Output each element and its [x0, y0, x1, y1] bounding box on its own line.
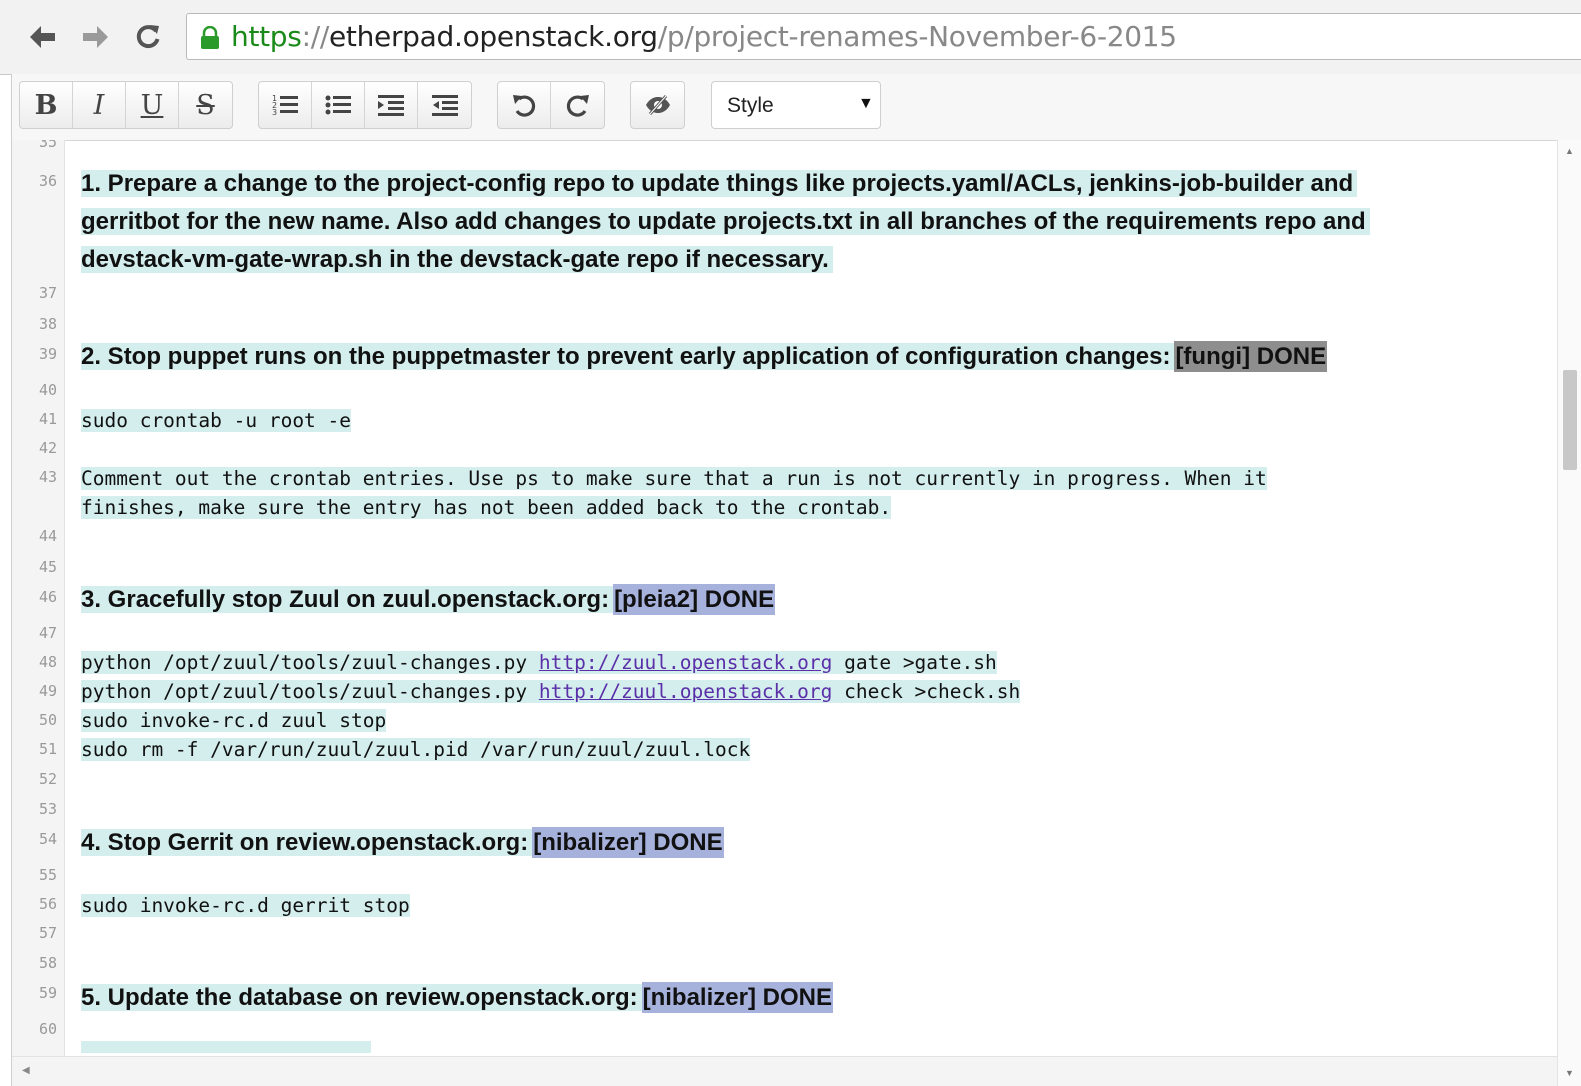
line-number: 50 — [38, 711, 57, 729]
line-number: 39 — [38, 345, 57, 363]
step-2-heading[interactable]: 2. Stop puppet runs on the puppetmaster … — [81, 338, 1328, 376]
step-1-text: gerritbot for the new name. Also add cha… — [81, 208, 1370, 235]
step-2-command[interactable]: sudo crontab -u root -e — [81, 406, 352, 435]
code-text: sudo invoke-rc.d gerrit stop — [81, 894, 410, 917]
line-number: 40 — [38, 381, 57, 399]
lock-icon — [199, 25, 221, 55]
zuul-link[interactable]: http://zuul.openstack.org — [539, 651, 833, 674]
line-number: 55 — [38, 866, 57, 884]
line-number: 53 — [38, 800, 57, 818]
line-number: 47 — [38, 624, 57, 642]
line-number: 41 — [38, 410, 57, 428]
step-3-text: 3. Gracefully stop Zuul on zuul.openstac… — [81, 586, 614, 613]
line-number: 48 — [38, 653, 57, 671]
url-path: /p/project-renames-November-6-2015 — [657, 20, 1177, 53]
step-4-command[interactable]: sudo invoke-rc.d gerrit stop — [81, 891, 410, 920]
line-number: 52 — [38, 770, 57, 788]
step-3-command-2[interactable]: python /opt/zuul/tools/zuul-changes.py h… — [81, 677, 1021, 706]
code-text: python /opt/zuul/tools/zuul-changes.py — [81, 680, 539, 703]
arrow-left-icon — [30, 26, 55, 48]
back-button[interactable] — [24, 18, 60, 56]
step-1-line-3[interactable]: devstack-vm-gate-wrap.sh in the devstack… — [81, 241, 833, 279]
line-number: 54 — [38, 830, 57, 848]
code-text: sudo crontab -u root -e — [81, 409, 352, 432]
reload-icon — [136, 25, 160, 49]
line-number: 58 — [38, 954, 57, 972]
step-1-text: devstack-vm-gate-wrap.sh in the devstack… — [81, 246, 833, 273]
reload-button[interactable] — [130, 18, 166, 56]
line-number: 51 — [38, 740, 57, 758]
step-3-command-4[interactable]: sudo rm -f /var/run/zuul/zuul.pid /var/r… — [81, 735, 751, 764]
partial-line-highlight — [81, 1041, 371, 1053]
status-tag-nibalizer: [nibalizer] DONE — [532, 827, 724, 858]
step-3-command-3[interactable]: sudo invoke-rc.d zuul stop — [81, 706, 387, 735]
line-number: 56 — [38, 895, 57, 913]
pad-content: 35 36 37 38 39 40 41 42 43 44 45 46 47 4… — [12, 74, 1557, 1086]
url-text: https://etherpad.openstack.org/p/project… — [231, 22, 1177, 52]
url-host: etherpad.openstack.org — [328, 20, 658, 53]
status-tag-nibalizer: [nibalizer] DONE — [641, 982, 833, 1013]
step-4-text: 4. Stop Gerrit on review.openstack.org: — [81, 829, 533, 856]
url-scheme: https — [231, 20, 302, 53]
etherpad-editor: B I U S 123 Style ▼ 35 36 37 38 39 40 41… — [11, 74, 1581, 1086]
horizontal-scrollbar[interactable]: ◀ — [12, 1056, 1557, 1086]
line-number: 60 — [38, 1020, 57, 1038]
code-text: sudo invoke-rc.d zuul stop — [81, 709, 387, 732]
scrollbar-thumb[interactable] — [1563, 370, 1577, 470]
step-1-text: 1. Prepare a change to the project-confi… — [81, 170, 1358, 197]
step-3-heading[interactable]: 3. Gracefully stop Zuul on zuul.openstac… — [81, 581, 776, 619]
arrow-right-icon — [83, 26, 108, 48]
scroll-down-icon[interactable]: ▼ — [1565, 1068, 1574, 1078]
code-text: Comment out the crontab entries. Use ps … — [81, 467, 1267, 490]
line-number: 38 — [38, 315, 57, 333]
line-number: 42 — [38, 439, 57, 457]
step-1-line-2[interactable]: gerritbot for the new name. Also add cha… — [81, 203, 1370, 241]
line-number: 35 — [38, 140, 57, 151]
line-number: 43 — [38, 468, 57, 486]
scroll-up-icon[interactable]: ▲ — [1565, 146, 1574, 156]
step-1-line-1[interactable]: 1. Prepare a change to the project-confi… — [81, 165, 1358, 203]
step-5-heading[interactable]: 5. Update the database on review.opensta… — [81, 979, 833, 1017]
code-text: sudo rm -f /var/run/zuul/zuul.pid /var/r… — [81, 738, 751, 761]
line-number: 49 — [38, 682, 57, 700]
line-number: 44 — [38, 527, 57, 545]
forward-button[interactable] — [78, 18, 114, 56]
url-separator: :// — [301, 20, 330, 53]
step-3-command-1[interactable]: python /opt/zuul/tools/zuul-changes.py h… — [81, 648, 997, 677]
code-text: finishes, make sure the entry has not be… — [81, 496, 892, 519]
browser-toolbar: https://etherpad.openstack.org/p/project… — [0, 0, 1581, 75]
code-text: python /opt/zuul/tools/zuul-changes.py — [81, 651, 539, 674]
code-text: gate >gate.sh — [832, 651, 997, 674]
line-number: 59 — [38, 984, 57, 1002]
step-4-heading[interactable]: 4. Stop Gerrit on review.openstack.org:[… — [81, 824, 724, 862]
address-bar[interactable]: https://etherpad.openstack.org/p/project… — [186, 13, 1581, 60]
status-tag-fungi: [fungi] DONE — [1174, 341, 1328, 372]
step-2-note-line-1[interactable]: Comment out the crontab entries. Use ps … — [81, 464, 1267, 493]
zuul-link[interactable]: http://zuul.openstack.org — [539, 680, 833, 703]
line-number: 57 — [38, 924, 57, 942]
vertical-scrollbar[interactable]: ▲ ▼ — [1557, 140, 1581, 1086]
line-number: 46 — [38, 588, 57, 606]
line-number: 36 — [38, 172, 57, 190]
status-tag-pleia2: [pleia2] DONE — [613, 584, 776, 615]
scroll-left-icon[interactable]: ◀ — [22, 1065, 30, 1076]
line-number: 37 — [38, 284, 57, 302]
step-5-text: 5. Update the database on review.opensta… — [81, 984, 642, 1011]
line-number: 45 — [38, 558, 57, 576]
step-2-text: 2. Stop puppet runs on the puppetmaster … — [81, 343, 1175, 370]
code-text: check >check.sh — [832, 680, 1021, 703]
step-2-note-line-2[interactable]: finishes, make sure the entry has not be… — [81, 493, 892, 522]
line-number-gutter: 35 36 37 38 39 40 41 42 43 44 45 46 47 4… — [12, 140, 65, 1086]
